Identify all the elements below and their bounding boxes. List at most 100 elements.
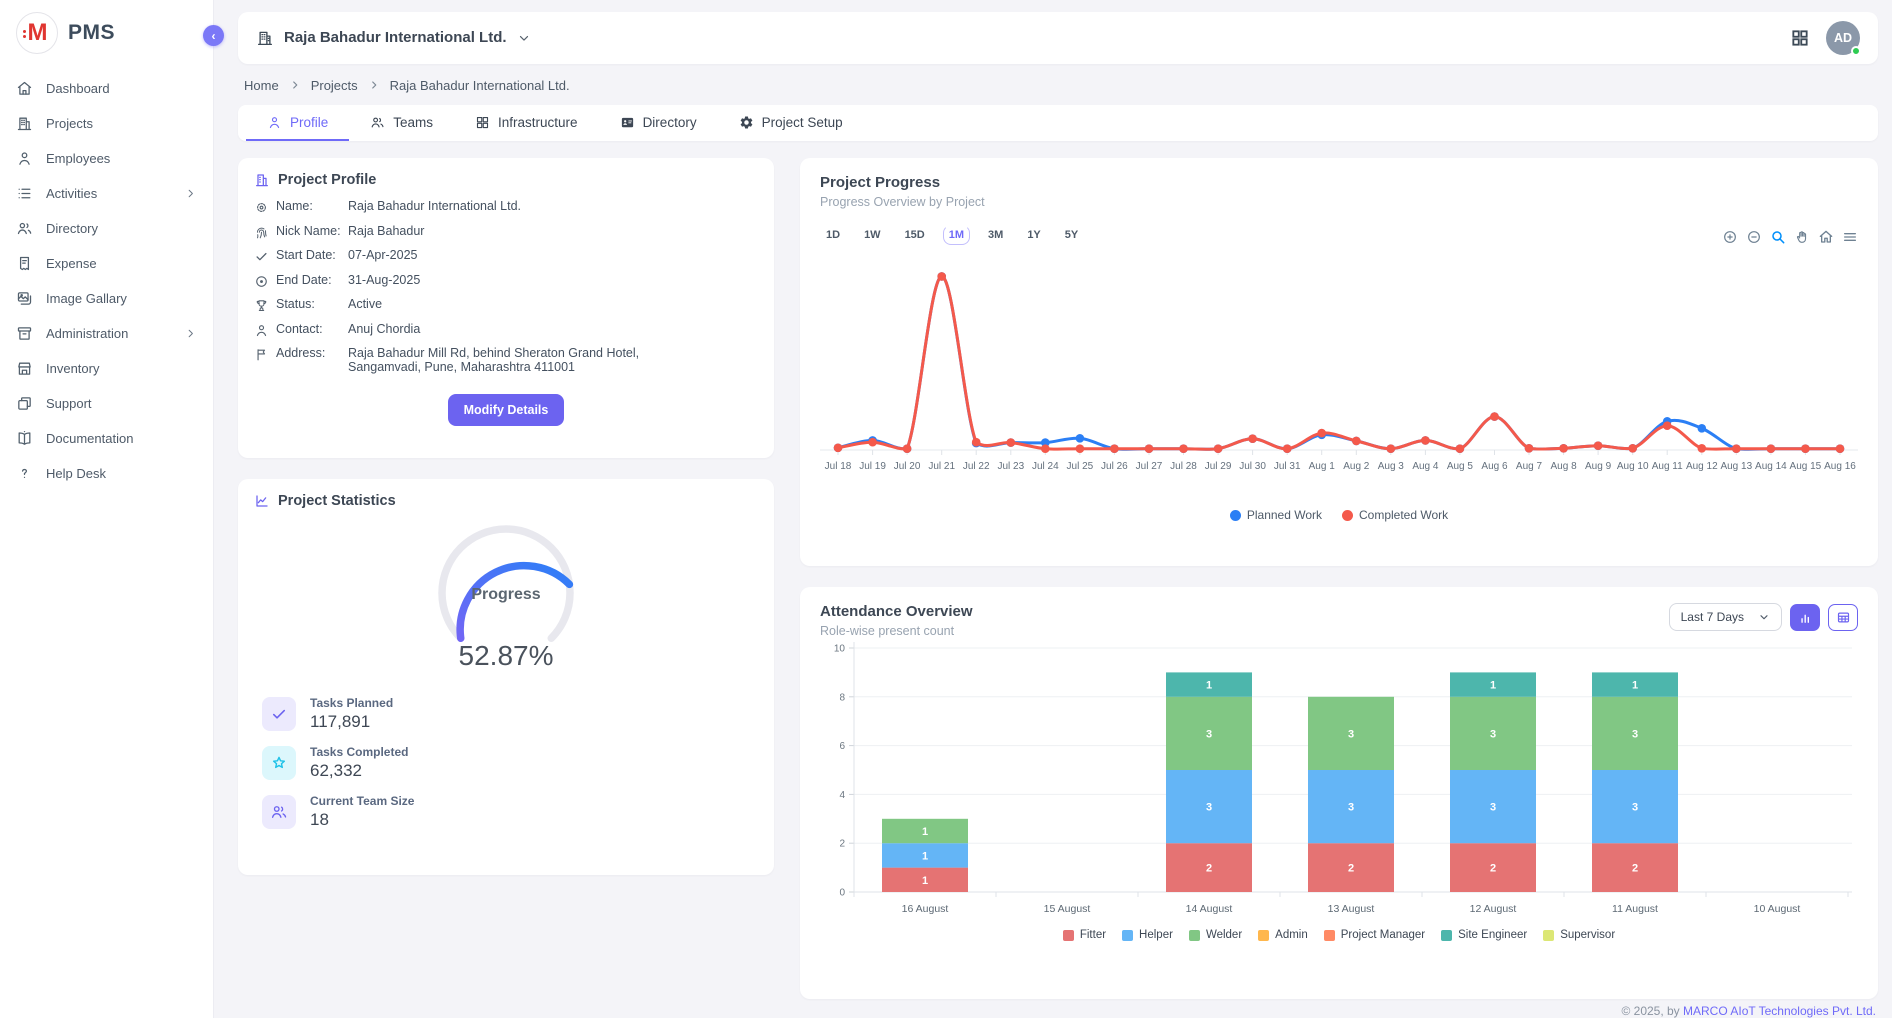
sidebar-item-expense[interactable]: Expense xyxy=(0,247,213,280)
modify-details-button[interactable]: Modify Details xyxy=(448,394,565,426)
zoom-out-icon[interactable] xyxy=(1746,229,1762,245)
sidebar-item-inventory[interactable]: Inventory xyxy=(0,352,213,385)
statistics-card-title: Project Statistics xyxy=(278,493,396,509)
sidebar-item-help-desk[interactable]: Help Desk xyxy=(0,457,213,490)
sidebar-item-directory[interactable]: Directory xyxy=(0,212,213,245)
logo[interactable]: M PMS xyxy=(0,0,213,70)
avatar[interactable]: AD xyxy=(1826,21,1860,55)
sidebar-collapse-button[interactable]: ‹ xyxy=(203,25,224,46)
circledot-icon xyxy=(254,274,269,289)
svg-text:13 August: 13 August xyxy=(1328,903,1375,915)
reset-home-icon[interactable] xyxy=(1818,229,1834,245)
svg-text:4: 4 xyxy=(839,790,845,801)
legend-supervisor[interactable]: Supervisor xyxy=(1543,929,1615,941)
archive-icon xyxy=(16,325,33,342)
breadcrumb-item: Raja Bahadur International Ltd. xyxy=(390,78,570,93)
chart-toolbar xyxy=(1722,229,1858,245)
svg-text:15 August: 15 August xyxy=(1044,903,1091,915)
legend-project-manager[interactable]: Project Manager xyxy=(1324,929,1425,941)
legend-planned-work[interactable]: Planned Work xyxy=(1230,508,1322,522)
tab-profile[interactable]: Profile xyxy=(246,105,349,141)
book-icon xyxy=(16,430,33,447)
top-header: Raja Bahadur International Ltd. AD xyxy=(238,12,1878,64)
svg-text:Jul 30: Jul 30 xyxy=(1239,461,1266,472)
sidebar-item-administration[interactable]: Administration xyxy=(0,317,213,350)
list-icon xyxy=(16,185,33,202)
range-1y-button[interactable]: 1Y xyxy=(1021,225,1046,245)
svg-text:3: 3 xyxy=(1490,802,1496,814)
profile-field-row: Start Date:07-Apr-2025 xyxy=(254,249,758,264)
person-icon xyxy=(254,323,269,338)
profile-field-value: 31-Aug-2025 xyxy=(348,274,420,289)
svg-text:Aug 8: Aug 8 xyxy=(1551,461,1578,472)
svg-text:Aug 4: Aug 4 xyxy=(1412,461,1439,472)
legend-welder[interactable]: Welder xyxy=(1189,929,1242,941)
svg-text:Jul 25: Jul 25 xyxy=(1067,461,1094,472)
breadcrumb: Home Projects Raja Bahadur International L… xyxy=(244,77,1878,95)
range-3m-button[interactable]: 3M xyxy=(982,225,1009,245)
stat-row-tasks-planned: Tasks Planned117,891 xyxy=(262,696,774,732)
tab-directory[interactable]: Directory xyxy=(599,105,718,141)
sidebar-item-projects[interactable]: Projects xyxy=(0,107,213,140)
sidebar-item-image-gallary[interactable]: Image Gallary xyxy=(0,282,213,315)
attendance-overview-card: Attendance Overview Role-wise present co… xyxy=(800,587,1878,999)
stat-label: Current Team Size xyxy=(310,794,414,808)
legend-fitter[interactable]: Fitter xyxy=(1063,929,1106,941)
legend-site-engineer[interactable]: Site Engineer xyxy=(1441,929,1527,941)
svg-text:1: 1 xyxy=(922,826,928,838)
home-icon xyxy=(16,80,33,97)
apps-grid-icon[interactable] xyxy=(1790,28,1810,48)
svg-text:Aug 11: Aug 11 xyxy=(1652,461,1683,472)
chart-view-button[interactable] xyxy=(1790,604,1820,631)
copy-icon xyxy=(16,395,33,412)
tab-infrastructure[interactable]: Infrastructure xyxy=(454,105,599,141)
legend-helper[interactable]: Helper xyxy=(1122,929,1173,941)
pan-icon[interactable] xyxy=(1794,229,1810,245)
breadcrumb-item[interactable]: Projects xyxy=(311,78,358,93)
progress-chart-title: Project Progress xyxy=(820,174,1858,191)
tab-project-setup[interactable]: Project Setup xyxy=(718,105,864,141)
breadcrumb-item[interactable]: Home xyxy=(244,78,279,93)
project-progress-card: Project Progress Progress Overview by Pr… xyxy=(800,158,1878,566)
menu-icon[interactable] xyxy=(1842,229,1858,245)
stat-label: Tasks Completed xyxy=(310,745,408,759)
svg-text:0: 0 xyxy=(839,888,845,899)
table-view-button[interactable] xyxy=(1828,604,1858,631)
users-icon xyxy=(16,220,33,237)
range-5y-button[interactable]: 5Y xyxy=(1059,225,1084,245)
attendance-chart-legend: Fitter Helper Welder Admin Project Manager Si… xyxy=(820,929,1858,941)
range-1w-button[interactable]: 1W xyxy=(858,225,887,245)
footer-company-link[interactable]: MARCO AIoT Technologies Pvt. Ltd. xyxy=(1683,1004,1876,1018)
gauge-percent: 52.87% xyxy=(459,640,554,672)
legend-admin[interactable]: Admin xyxy=(1258,929,1308,941)
attendance-bar-chart: 024681011116 August15 August233114 Augus… xyxy=(820,638,1858,927)
company-selector[interactable]: Raja Bahadur International Ltd. xyxy=(256,29,531,47)
legend-completed-work[interactable]: Completed Work xyxy=(1342,508,1448,522)
building-icon xyxy=(256,29,274,47)
sidebar-item-dashboard[interactable]: Dashboard xyxy=(0,72,213,105)
users-icon xyxy=(370,115,385,130)
zoom-in-icon[interactable] xyxy=(1722,229,1738,245)
svg-text:Jul 18: Jul 18 xyxy=(825,461,852,472)
svg-text:3: 3 xyxy=(1632,802,1638,814)
profile-field-value: Active xyxy=(348,298,382,313)
sidebar-item-documentation[interactable]: Documentation xyxy=(0,422,213,455)
svg-text:Aug 2: Aug 2 xyxy=(1343,461,1370,472)
sidebar-item-employees[interactable]: Employees xyxy=(0,142,213,175)
profile-field-row: Name:Raja Bahadur International Ltd. xyxy=(254,200,758,215)
flag-icon xyxy=(254,347,269,362)
sidebar-item-activities[interactable]: Activities xyxy=(0,177,213,210)
svg-text:1: 1 xyxy=(1490,680,1496,692)
selection-zoom-icon[interactable] xyxy=(1770,229,1786,245)
tab-teams[interactable]: Teams xyxy=(349,105,454,141)
range-1d-button[interactable]: 1D xyxy=(820,225,846,245)
range-15d-button[interactable]: 15D xyxy=(899,225,931,245)
range-1m-button[interactable]: 1M xyxy=(943,225,970,245)
help-icon xyxy=(16,465,33,482)
profile-field-label: Name: xyxy=(276,200,348,215)
svg-text:Aug 5: Aug 5 xyxy=(1447,461,1474,472)
date-filter-select[interactable]: Last 7 Days xyxy=(1669,603,1782,631)
sidebar-item-support[interactable]: Support xyxy=(0,387,213,420)
profile-field-value: 07-Apr-2025 xyxy=(348,249,418,264)
svg-text:Aug 12: Aug 12 xyxy=(1686,461,1718,472)
